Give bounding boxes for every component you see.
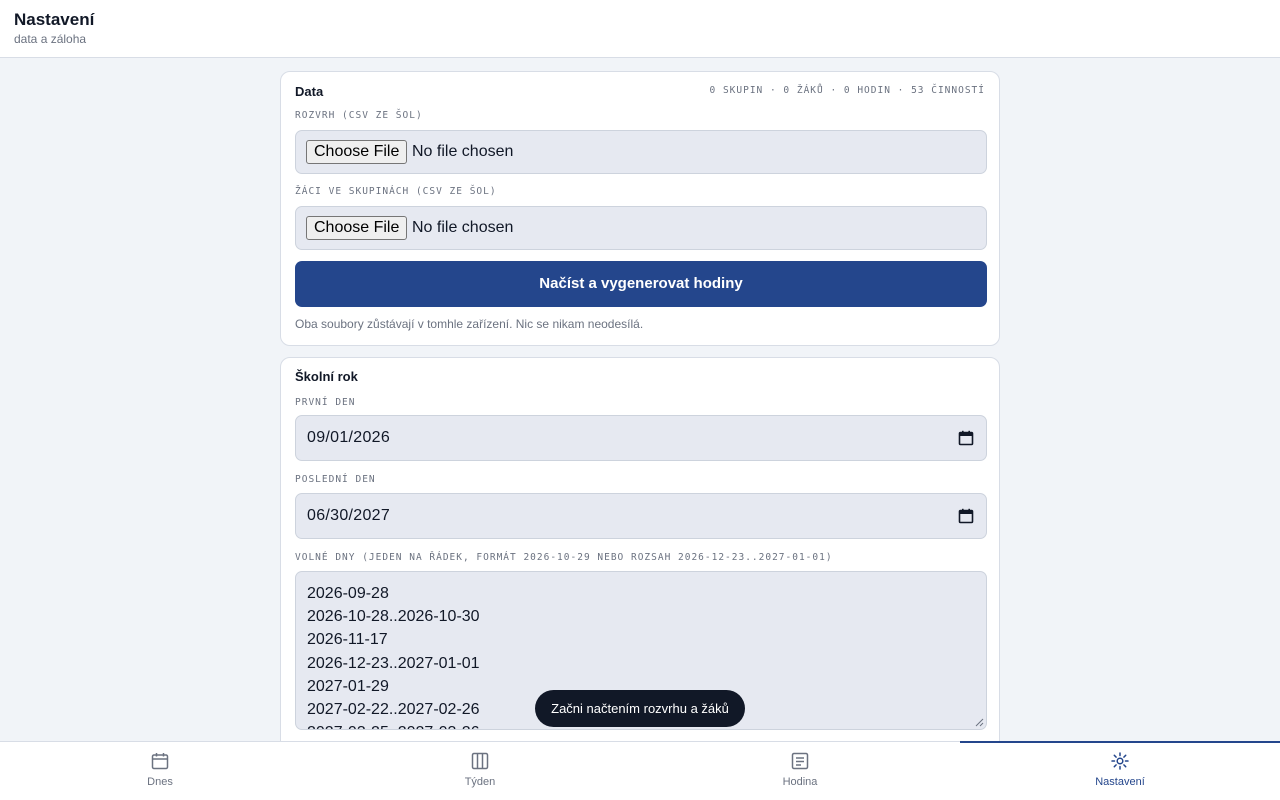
toast-message: Začni načtením rozvrhu a žáků bbox=[535, 690, 745, 727]
holidays-lines: 2026-09-28 2026-10-28..2026-10-30 2026-1… bbox=[307, 582, 480, 729]
list-icon bbox=[791, 752, 809, 770]
data-card-title: Data bbox=[295, 84, 324, 99]
nav-item-tyden[interactable]: Týden bbox=[320, 742, 640, 800]
calendar-picker-icon[interactable] bbox=[958, 508, 974, 524]
columns-icon bbox=[471, 752, 489, 770]
first-day-label: PRVNÍ DEN bbox=[295, 397, 356, 408]
last-day-label: POSLEDNÍ DEN bbox=[295, 474, 376, 485]
page-subtitle: data a záloha bbox=[14, 32, 87, 46]
nav-item-hodina[interactable]: Hodina bbox=[640, 742, 960, 800]
students-file-label: ŽÁCI VE SKUPINÁCH (CSV ZE ŠOL) bbox=[295, 186, 497, 197]
nav-label-tyden: Týden bbox=[464, 776, 496, 788]
schedule-choose-file-button[interactable]: Choose File bbox=[306, 140, 408, 164]
holiday-line: 2026-11-17 bbox=[307, 631, 388, 649]
schedule-file-status: No file chosen bbox=[412, 143, 514, 160]
nav-label-nastaveni: Nastavení bbox=[1095, 776, 1145, 788]
holiday-line: 2026-10-28..2026-10-30 bbox=[307, 608, 480, 626]
students-file-status: No file chosen bbox=[412, 219, 514, 236]
calendar-icon bbox=[151, 753, 169, 770]
nav-item-nastaveni[interactable]: Nastavení bbox=[960, 741, 1280, 800]
holiday-line: 2027-01-29 bbox=[307, 677, 389, 695]
resize-handle-icon[interactable] bbox=[975, 718, 984, 727]
nav-label-hodina: Hodina bbox=[782, 776, 818, 788]
page-title: Nastavení bbox=[14, 10, 95, 29]
gear-icon bbox=[1111, 752, 1129, 770]
calendar-picker-icon[interactable] bbox=[958, 430, 974, 446]
holiday-line: 2027-02-22..2027-02-26 bbox=[307, 701, 480, 719]
students-file-input[interactable]: Choose File No file chosen bbox=[295, 206, 987, 250]
school-year-title: Školní rok bbox=[295, 369, 358, 384]
last-day-value: 06/30/2027 bbox=[307, 507, 391, 524]
nav-item-dnes[interactable]: Dnes bbox=[0, 742, 320, 800]
holiday-line: 2027-03-25..2027-03-26 bbox=[307, 721, 480, 729]
first-day-input[interactable]: 09/01/2026 bbox=[295, 415, 987, 461]
students-choose-file-button[interactable]: Choose File bbox=[306, 216, 408, 240]
load-generate-button[interactable]: Načíst a vygenerovat hodiny bbox=[295, 261, 987, 307]
data-card: Data 0 SKUPIN · 0 ŽÁKŮ · 0 HODIN · 53 ČI… bbox=[280, 71, 1000, 346]
schedule-file-input[interactable]: Choose File No file chosen bbox=[295, 130, 987, 174]
first-day-value: 09/01/2026 bbox=[307, 429, 391, 446]
holidays-label: VOLNÉ DNY (JEDEN NA ŘÁDEK, FORMÁT 2026-1… bbox=[295, 552, 833, 563]
top-bar: Nastavení data a záloha bbox=[0, 0, 1280, 58]
schedule-file-label: ROZVRH (CSV ZE ŠOL) bbox=[295, 110, 423, 121]
privacy-note: Oba soubory zůstávají v tomhle zařízení.… bbox=[295, 317, 644, 331]
bottom-navigation: Dnes Týden Hodina Nastavení bbox=[0, 741, 1280, 800]
data-stats: 0 SKUPIN · 0 ŽÁKŮ · 0 HODIN · 53 ČINNOST… bbox=[709, 85, 985, 96]
nav-label-dnes: Dnes bbox=[147, 776, 173, 788]
holiday-line: 2026-09-28 bbox=[307, 585, 389, 602]
holiday-line: 2026-12-23..2027-01-01 bbox=[307, 654, 480, 672]
last-day-input[interactable]: 06/30/2027 bbox=[295, 493, 987, 539]
